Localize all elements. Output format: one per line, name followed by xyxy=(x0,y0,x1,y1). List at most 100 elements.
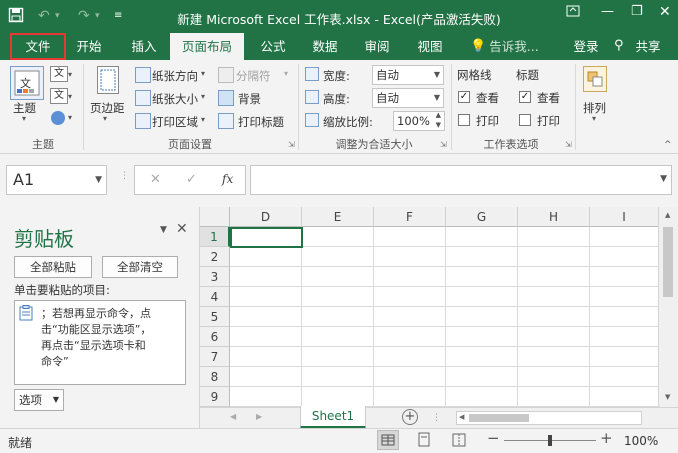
tab-page-layout[interactable]: 页面布局 xyxy=(170,33,244,60)
ribbon-display-options-icon[interactable] xyxy=(566,4,580,22)
scroll-down-icon[interactable]: ▼ xyxy=(665,393,670,401)
spinner-arrows-icon[interactable]: ▲ ▼ xyxy=(436,110,441,130)
next-sheet-icon[interactable]: ▶ xyxy=(256,412,262,421)
row-header[interactable]: 9 xyxy=(200,387,230,407)
restore-icon[interactable]: ❐ xyxy=(631,4,643,19)
tab-data[interactable]: 数据 xyxy=(304,33,346,60)
zoom-in-icon[interactable]: + xyxy=(600,429,613,447)
size-button[interactable]: 纸张大小 xyxy=(152,91,198,107)
zoom-level[interactable]: 100% xyxy=(624,434,658,448)
tell-me-search[interactable]: 告诉我... xyxy=(486,33,542,60)
scroll-left-icon[interactable]: ◀ xyxy=(459,413,464,421)
theme-colors-icon[interactable]: 文 xyxy=(50,66,68,82)
print-titles-button[interactable]: 打印标题 xyxy=(238,114,284,130)
paste-all-button[interactable]: 全部粘贴 xyxy=(14,256,92,278)
normal-view-icon[interactable] xyxy=(377,430,399,450)
tab-review[interactable]: 审阅 xyxy=(356,33,398,60)
arrange-icon[interactable] xyxy=(583,66,607,92)
pane-options-icon[interactable]: ▼ xyxy=(160,225,167,235)
clear-all-button[interactable]: 全部清空 xyxy=(102,256,178,278)
theme-fonts-icon[interactable]: 文 xyxy=(50,88,68,104)
scroll-up-icon[interactable]: ▲ xyxy=(665,211,670,219)
theme-fonts-dropdown-icon[interactable]: ▾ xyxy=(68,92,72,101)
expand-formula-icon[interactable]: ▼ xyxy=(660,174,667,184)
height-select[interactable]: 自动 ▼ xyxy=(372,88,444,108)
row-header[interactable]: 5 xyxy=(200,307,230,327)
theme-effects-icon[interactable] xyxy=(51,111,65,125)
column-header[interactable]: H xyxy=(518,207,590,227)
margins-icon[interactable] xyxy=(97,66,119,94)
enter-icon[interactable]: ✓ xyxy=(186,172,197,187)
select-all-corner[interactable] xyxy=(200,207,230,227)
zoom-out-icon[interactable]: − xyxy=(487,429,500,447)
gridlines-view-checkbox[interactable]: ✓ xyxy=(458,91,470,103)
theme-colors-dropdown-icon[interactable]: ▾ xyxy=(68,70,72,79)
vertical-scrollbar[interactable]: ▲ ▼ xyxy=(658,207,678,407)
row-header[interactable]: 2 xyxy=(200,247,230,267)
name-box-dropdown-icon[interactable]: ▼ xyxy=(95,166,102,194)
name-box[interactable]: A1 ▼ xyxy=(6,165,107,195)
sheet-options-launcher-icon[interactable]: ⇲ xyxy=(565,140,572,149)
tab-home[interactable]: 开始 xyxy=(68,33,110,60)
collapse-ribbon-icon[interactable]: ^ xyxy=(664,140,672,150)
margins-button[interactable]: 页边距 xyxy=(90,100,125,116)
orientation-dropdown-icon[interactable]: ▾ xyxy=(201,69,205,78)
options-button[interactable]: 选项 ▼ xyxy=(14,389,64,411)
row-header[interactable]: 7 xyxy=(200,347,230,367)
scale-launcher-icon[interactable]: ⇲ xyxy=(440,140,447,149)
tab-formulas[interactable]: 公式 xyxy=(252,33,294,60)
themes-dropdown-icon[interactable]: ▾ xyxy=(22,114,26,123)
page-layout-view-icon[interactable] xyxy=(415,431,433,452)
arrange-dropdown-icon[interactable]: ▾ xyxy=(592,114,596,123)
print-area-dropdown-icon[interactable]: ▾ xyxy=(201,115,205,124)
cell-area[interactable] xyxy=(230,227,658,407)
formula-input[interactable]: ▼ xyxy=(250,165,672,195)
redo-dropdown-icon[interactable]: ▾ xyxy=(95,7,100,25)
margins-dropdown-icon[interactable]: ▾ xyxy=(103,114,107,123)
clipboard-item[interactable]: ；若想再显示命令，点 击“功能区显示选项”， 再点击“显示选项卡和 命令” xyxy=(14,300,186,385)
tab-file[interactable]: 文件 xyxy=(10,33,66,60)
redo-icon[interactable]: ↷ xyxy=(78,7,90,25)
share-button[interactable]: 共享 xyxy=(630,33,666,60)
row-header[interactable]: 4 xyxy=(200,287,230,307)
headings-print-checkbox[interactable] xyxy=(519,114,531,126)
scroll-thumb[interactable] xyxy=(663,227,673,297)
theme-effects-dropdown-icon[interactable]: ▾ xyxy=(68,113,72,122)
width-select[interactable]: 自动 ▼ xyxy=(372,65,444,85)
save-icon[interactable] xyxy=(8,7,24,28)
sign-in-link[interactable]: 登录 xyxy=(566,33,606,60)
gridlines-print-checkbox[interactable] xyxy=(458,114,470,126)
undo-icon[interactable]: ↶ xyxy=(38,7,50,25)
sheet-tab-sheet1[interactable]: Sheet1 xyxy=(300,406,366,429)
row-header[interactable]: 3 xyxy=(200,267,230,287)
headings-view-checkbox[interactable]: ✓ xyxy=(519,91,531,103)
orientation-button[interactable]: 纸张方向 xyxy=(152,68,198,84)
active-cell[interactable] xyxy=(230,227,303,248)
zoom-slider-thumb[interactable] xyxy=(548,435,552,446)
background-button[interactable]: 背景 xyxy=(238,91,261,107)
horizontal-scroll-thumb[interactable] xyxy=(469,414,529,422)
scale-spinner[interactable]: 100% ▲ ▼ xyxy=(393,111,445,131)
page-setup-launcher-icon[interactable]: ⇲ xyxy=(288,140,295,149)
page-break-view-icon[interactable] xyxy=(450,431,468,452)
formula-bar-grip-icon[interactable]: ⋮ xyxy=(120,171,129,181)
customize-quick-access-icon[interactable]: ≡ xyxy=(114,7,122,25)
new-sheet-icon[interactable]: + xyxy=(402,409,418,425)
column-header[interactable]: D xyxy=(230,207,302,227)
row-header[interactable]: 8 xyxy=(200,367,230,387)
tab-view[interactable]: 视图 xyxy=(409,33,451,60)
column-header[interactable]: E xyxy=(302,207,374,227)
column-header[interactable]: I xyxy=(590,207,658,227)
close-window-icon[interactable]: ✕ xyxy=(659,4,671,20)
themes-icon[interactable]: 文 xyxy=(10,66,44,100)
breaks-button[interactable]: 分隔符 xyxy=(236,68,271,84)
minimize-icon[interactable]: — xyxy=(601,4,614,19)
row-header[interactable]: 1 xyxy=(200,227,230,247)
column-header[interactable]: G xyxy=(446,207,518,227)
insert-function-icon[interactable]: fx xyxy=(222,172,233,186)
row-header[interactable]: 6 xyxy=(200,327,230,347)
horizontal-scrollbar[interactable]: ◀ xyxy=(456,411,642,425)
close-pane-icon[interactable]: ✕ xyxy=(176,221,188,237)
tab-insert[interactable]: 插入 xyxy=(122,33,166,60)
column-header[interactable]: F xyxy=(374,207,446,227)
